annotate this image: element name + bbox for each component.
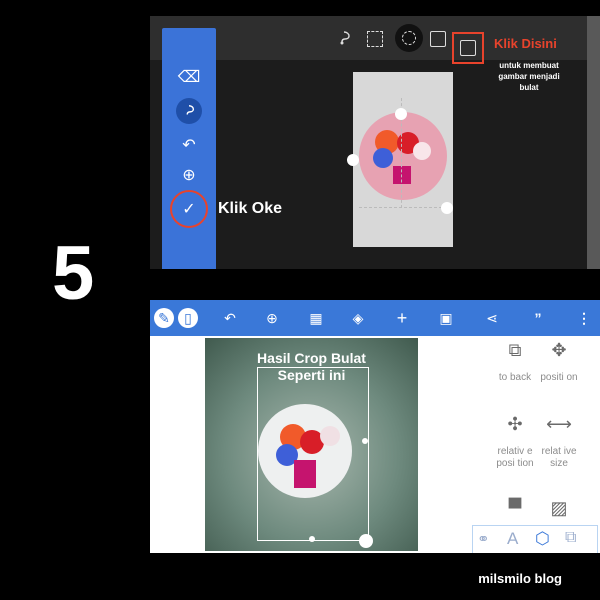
save-icon[interactable]: ▣ xyxy=(436,308,456,328)
to-back-icon: ⧉ xyxy=(508,340,522,360)
zoom-icon[interactable]: ⊕ xyxy=(176,162,202,188)
shape-icon[interactable]: ⬡ xyxy=(535,529,550,549)
relative-size-tool[interactable]: ⟷ relat ive size xyxy=(534,414,584,470)
more-menu-icon[interactable]: ⋮ xyxy=(574,308,594,328)
circle-crop-area[interactable] xyxy=(359,112,447,200)
paper-flower xyxy=(373,148,393,168)
step-number: 5 xyxy=(52,231,95,316)
eraser-icon[interactable]: ⌫ xyxy=(176,64,202,90)
relative-position-icon: ✣ xyxy=(507,414,523,434)
share-icon[interactable]: ⋖ xyxy=(482,308,502,328)
resize-handle[interactable] xyxy=(309,536,315,542)
selection-frame[interactable] xyxy=(257,367,369,541)
tool-label: to back xyxy=(498,372,532,383)
quote-icon[interactable]: ” xyxy=(528,308,548,328)
resize-handle[interactable] xyxy=(359,534,373,548)
resize-handle[interactable] xyxy=(362,438,368,444)
image-circle-icon xyxy=(460,40,476,56)
rect-select-icon[interactable] xyxy=(367,31,383,47)
move-icon: ✥ xyxy=(551,340,567,360)
image-circle-button[interactable] xyxy=(452,32,484,64)
lasso-icon[interactable] xyxy=(336,30,352,46)
crop-guide-line xyxy=(359,207,447,208)
mask-icon[interactable] xyxy=(430,31,446,47)
annotation-description: untuk membuat gambar menjadi bulat xyxy=(498,61,560,92)
side-tool-panel: ⌫ ↶ ⊕ ✓ xyxy=(162,28,216,269)
pencil-icon[interactable]: ✎ xyxy=(154,308,174,328)
crop-handle[interactable] xyxy=(347,154,359,166)
delete-icon[interactable]: ▯ xyxy=(178,308,198,328)
tool-label: relativ e posi tion xyxy=(496,446,534,469)
check-icon: ✓ xyxy=(182,201,196,218)
annotation-title: Klik Disini xyxy=(494,36,557,51)
paper-flower xyxy=(413,142,431,160)
grid-icon[interactable]: ▦ xyxy=(306,308,326,328)
caption-line: Hasil Crop Bulat xyxy=(257,350,366,366)
lasso-icon[interactable] xyxy=(176,98,202,124)
blend-icon[interactable]: ⚭ xyxy=(477,530,490,548)
to-back-tool[interactable]: ⧉ to back xyxy=(490,340,540,384)
watermark: milsmilo blog xyxy=(478,571,562,586)
tool-label: positi on xyxy=(540,372,578,383)
relative-size-icon: ⟷ xyxy=(546,414,572,434)
zoom-icon[interactable]: ⊕ xyxy=(262,308,282,328)
paper-vase xyxy=(393,166,411,184)
copy-icon[interactable]: ⧉ xyxy=(565,529,576,547)
text-icon[interactable]: A xyxy=(507,529,518,549)
crop-handle[interactable] xyxy=(441,202,453,214)
undo-icon[interactable]: ↶ xyxy=(220,308,240,328)
bottom-screenshot: ✎ ▯ ↶ ⊕ ▦ ◈ + ▣ ⋖ ” ⋮ Hasil Crop Bulat S… xyxy=(150,300,600,553)
photo-preview xyxy=(347,72,453,247)
tool-label: relat ive size xyxy=(541,446,577,469)
layers-icon[interactable]: ◈ xyxy=(348,308,368,328)
add-icon[interactable]: + xyxy=(392,308,412,328)
paint-roller-icon: ▀ xyxy=(508,498,522,518)
position-tool[interactable]: ✥ positi on xyxy=(534,340,584,384)
circle-select-button[interactable] xyxy=(395,24,423,52)
undo-icon[interactable]: ↶ xyxy=(176,132,202,158)
circle-select-icon xyxy=(402,31,416,45)
ok-annotation: Klik Oke xyxy=(218,200,283,217)
hatch-pattern-icon: ▨ xyxy=(550,498,568,518)
bottom-toolbar: ✎ ▯ ↶ ⊕ ▦ ◈ + ▣ ⋖ ” ⋮ xyxy=(150,300,600,336)
bottom-tab-bar: ⚭ A ⬡ ⧉ xyxy=(472,525,598,553)
relative-position-tool[interactable]: ✣ relativ e posi tion xyxy=(490,414,540,470)
crop-handle[interactable] xyxy=(395,108,407,120)
edit-canvas: Hasil Crop Bulat Seperti ini xyxy=(205,338,418,551)
top-screenshot: ⌫ ↶ ⊕ ✓ Klik Disini untuk membuat gambar… xyxy=(150,16,600,269)
check-button-highlight[interactable]: ✓ xyxy=(170,190,208,228)
